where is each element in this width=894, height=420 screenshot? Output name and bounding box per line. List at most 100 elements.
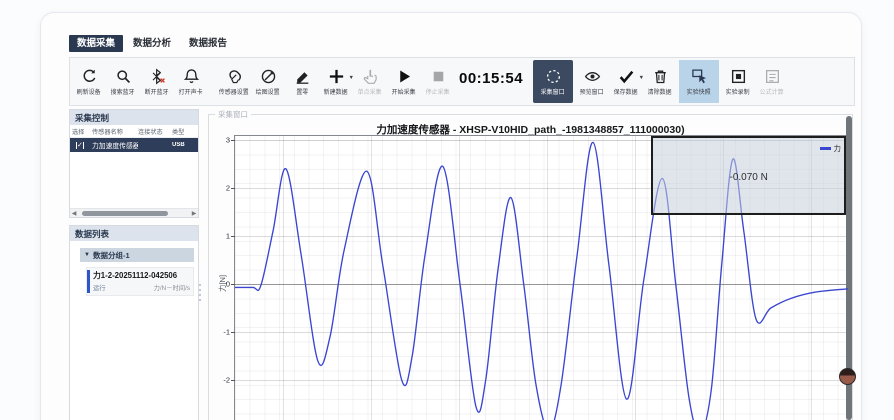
plot-settings-label: 绘图设置	[256, 87, 280, 96]
experiment-snapshot-button[interactable]: 实验快照	[679, 60, 719, 103]
tab-data-analysis[interactable]: 数据分析	[125, 35, 179, 52]
col-type: 类型	[172, 127, 194, 136]
snapshot-icon	[691, 68, 708, 85]
toolbar-left-group: 刷新设备 搜索蓝牙 断开蓝牙 打开声卡 传感器设置绘图设置 置零 新建数据▼单点采集开始采集…	[72, 59, 455, 104]
search-bluetooth-label: 搜索蓝牙	[111, 87, 135, 96]
calc-icon	[764, 68, 781, 85]
annotation-value: -0.070 N	[653, 172, 844, 183]
app-page: ▼ 数据采集 数据分析 数据报告 刷新设备 搜索蓝牙 断开蓝牙 打开声卡 传感器设置绘图…	[0, 0, 894, 420]
clear-data-label: 清除数据	[648, 87, 672, 96]
item-title: 力1-2-20251112-042506	[93, 270, 190, 281]
plus-icon	[328, 68, 345, 85]
record-icon	[730, 68, 747, 85]
chart-legend: 力	[820, 143, 842, 154]
refresh-device-label: 刷新设备	[77, 87, 101, 96]
collect-window-groupbox: 采集窗口 力加速度传感器 - XHSP-V10HID_path_-1981348…	[208, 114, 853, 420]
data-group-row[interactable]: ▼ 数据分组-1	[80, 248, 194, 262]
collect-control-title: 采集控制	[70, 110, 198, 125]
plot-icon	[260, 68, 277, 85]
collection-timer: 00:15:54	[459, 70, 523, 87]
collect-window-label: 采集窗口	[541, 87, 565, 96]
legend-swatch	[820, 147, 831, 150]
data-group-label: 数据分组-1	[93, 250, 130, 261]
legend-label: 力	[834, 143, 842, 154]
sidebar-splitter-handle[interactable]	[199, 284, 201, 301]
groupbox-caption: 采集窗口	[215, 109, 251, 120]
zero-icon	[294, 68, 311, 85]
sensor-table-body	[70, 152, 198, 208]
clear-data-button[interactable]: 清除数据	[643, 59, 677, 104]
sensor-checkbox[interactable]: ✓	[76, 142, 84, 149]
open-soundcard-button[interactable]: 打开声卡	[174, 59, 208, 104]
search-bluetooth-button[interactable]: 搜索蓝牙	[106, 59, 140, 104]
new-data-button[interactable]: 新建数据▼	[319, 59, 353, 104]
bell-icon	[183, 68, 200, 85]
main-tabbar: 数据采集 数据分析 数据报告	[69, 35, 235, 52]
save-data-label: 保存数据	[614, 87, 638, 96]
sensor-type: USB	[172, 142, 194, 148]
toolbar: 刷新设备 搜索蓝牙 断开蓝牙 打开声卡 传感器设置绘图设置 置零 新建数据▼单点采集开始采集…	[69, 57, 855, 106]
trash-icon	[652, 68, 669, 85]
app-window: 数据采集 数据分析 数据报告 刷新设备 搜索蓝牙 断开蓝牙 打开声卡 传感器设置绘图设置…	[40, 12, 862, 420]
set-zero-label: 置零	[296, 87, 308, 96]
refresh-icon	[81, 68, 98, 85]
hscroll-thumb[interactable]	[82, 211, 168, 216]
start-collect-button[interactable]: 开始采集	[387, 59, 421, 104]
chart-plot-area[interactable]: 力[N] -0.070 N 力 3210-1-2	[234, 135, 847, 420]
formula-calc-label: 公式计算	[760, 87, 784, 96]
collect-control-panel: 采集控制 选择 传感器名称 连接状态 类型 ✓ 力加速度传感器 USB ◀	[69, 109, 199, 218]
disconnect-bluetooth-button[interactable]: 断开蓝牙	[140, 59, 174, 104]
sensor-icon	[226, 68, 243, 85]
sensor-row[interactable]: ✓ 力加速度传感器 USB	[70, 138, 198, 152]
sidebar: 采集控制 选择 传感器名称 连接状态 类型 ✓ 力加速度传感器 USB ◀	[69, 109, 199, 420]
data-list-panel: 数据列表 ▼ 数据分组-1 力1-2-20251112-042506 运行 力/…	[69, 225, 199, 420]
stop-collect-label: 停止采集	[426, 87, 450, 96]
disconnect-bluetooth-label: 断开蓝牙	[145, 87, 169, 96]
stop-collect-button: 停止采集	[421, 59, 455, 104]
y-tick-label: 1	[226, 232, 230, 241]
group-collapse-icon[interactable]: ▼	[84, 252, 90, 258]
collect-window-button[interactable]: 采集窗口	[533, 60, 573, 103]
save-data-button[interactable]: 保存数据▼	[609, 59, 643, 104]
sensor-settings-button[interactable]: 传感器设置	[217, 59, 251, 104]
play-icon	[396, 68, 413, 85]
experiment-snapshot-label: 实验快照	[687, 87, 711, 96]
sensor-name: 力加速度传感器	[92, 140, 138, 150]
zoom-selection-box: -0.070 N	[651, 136, 846, 215]
col-select: 选择	[72, 127, 92, 136]
set-zero-button[interactable]: 置零	[285, 59, 319, 104]
y-tick-label: -1	[223, 328, 230, 337]
y-tick-label: 0	[226, 280, 230, 289]
hscroll-right-icon[interactable]: ▶	[190, 210, 198, 217]
hand-icon	[362, 68, 379, 85]
sensor-table-hscrollbar[interactable]: ◀ ▶	[70, 208, 198, 217]
tab-data-collect[interactable]: 数据采集	[69, 35, 123, 52]
data-list-item[interactable]: 力1-2-20251112-042506 运行 力/N－时间/s	[86, 267, 194, 296]
col-conn-status: 连接状态	[138, 127, 172, 136]
start-collect-label: 开始采集	[392, 87, 416, 96]
single-point-collect-button: 单点采集	[353, 59, 387, 104]
y-tick-label: 2	[226, 184, 230, 193]
item-axes: 力/N－时间/s	[154, 283, 190, 292]
formula-calc-button: 公式计算	[755, 59, 789, 104]
experiment-record-button[interactable]: 实验录制	[721, 59, 755, 104]
check-icon	[618, 68, 635, 85]
item-accent-bar	[87, 270, 90, 293]
tab-data-report[interactable]: 数据报告	[181, 35, 235, 52]
col-sensor-name: 传感器名称	[92, 127, 138, 136]
toolbar-group-gap	[208, 59, 217, 104]
data-list-title: 数据列表	[70, 226, 198, 241]
plot-settings-button[interactable]: 绘图设置	[251, 59, 285, 104]
search-icon	[115, 68, 132, 85]
sensor-table-header: 选择 传感器名称 连接状态 类型	[70, 125, 198, 138]
preview-window-button[interactable]: 预览窗口	[575, 59, 609, 104]
dashed-circle-icon	[545, 68, 562, 85]
open-soundcard-label: 打开声卡	[179, 87, 203, 96]
experiment-record-label: 实验录制	[726, 87, 750, 96]
refresh-device-button[interactable]: 刷新设备	[72, 59, 106, 104]
eye-icon	[584, 68, 601, 85]
new-data-label: 新建数据	[324, 87, 348, 96]
y-tick-label: 3	[226, 136, 230, 145]
hscroll-left-icon[interactable]: ◀	[70, 210, 78, 217]
sensor-settings-label: 传感器设置	[219, 87, 249, 96]
